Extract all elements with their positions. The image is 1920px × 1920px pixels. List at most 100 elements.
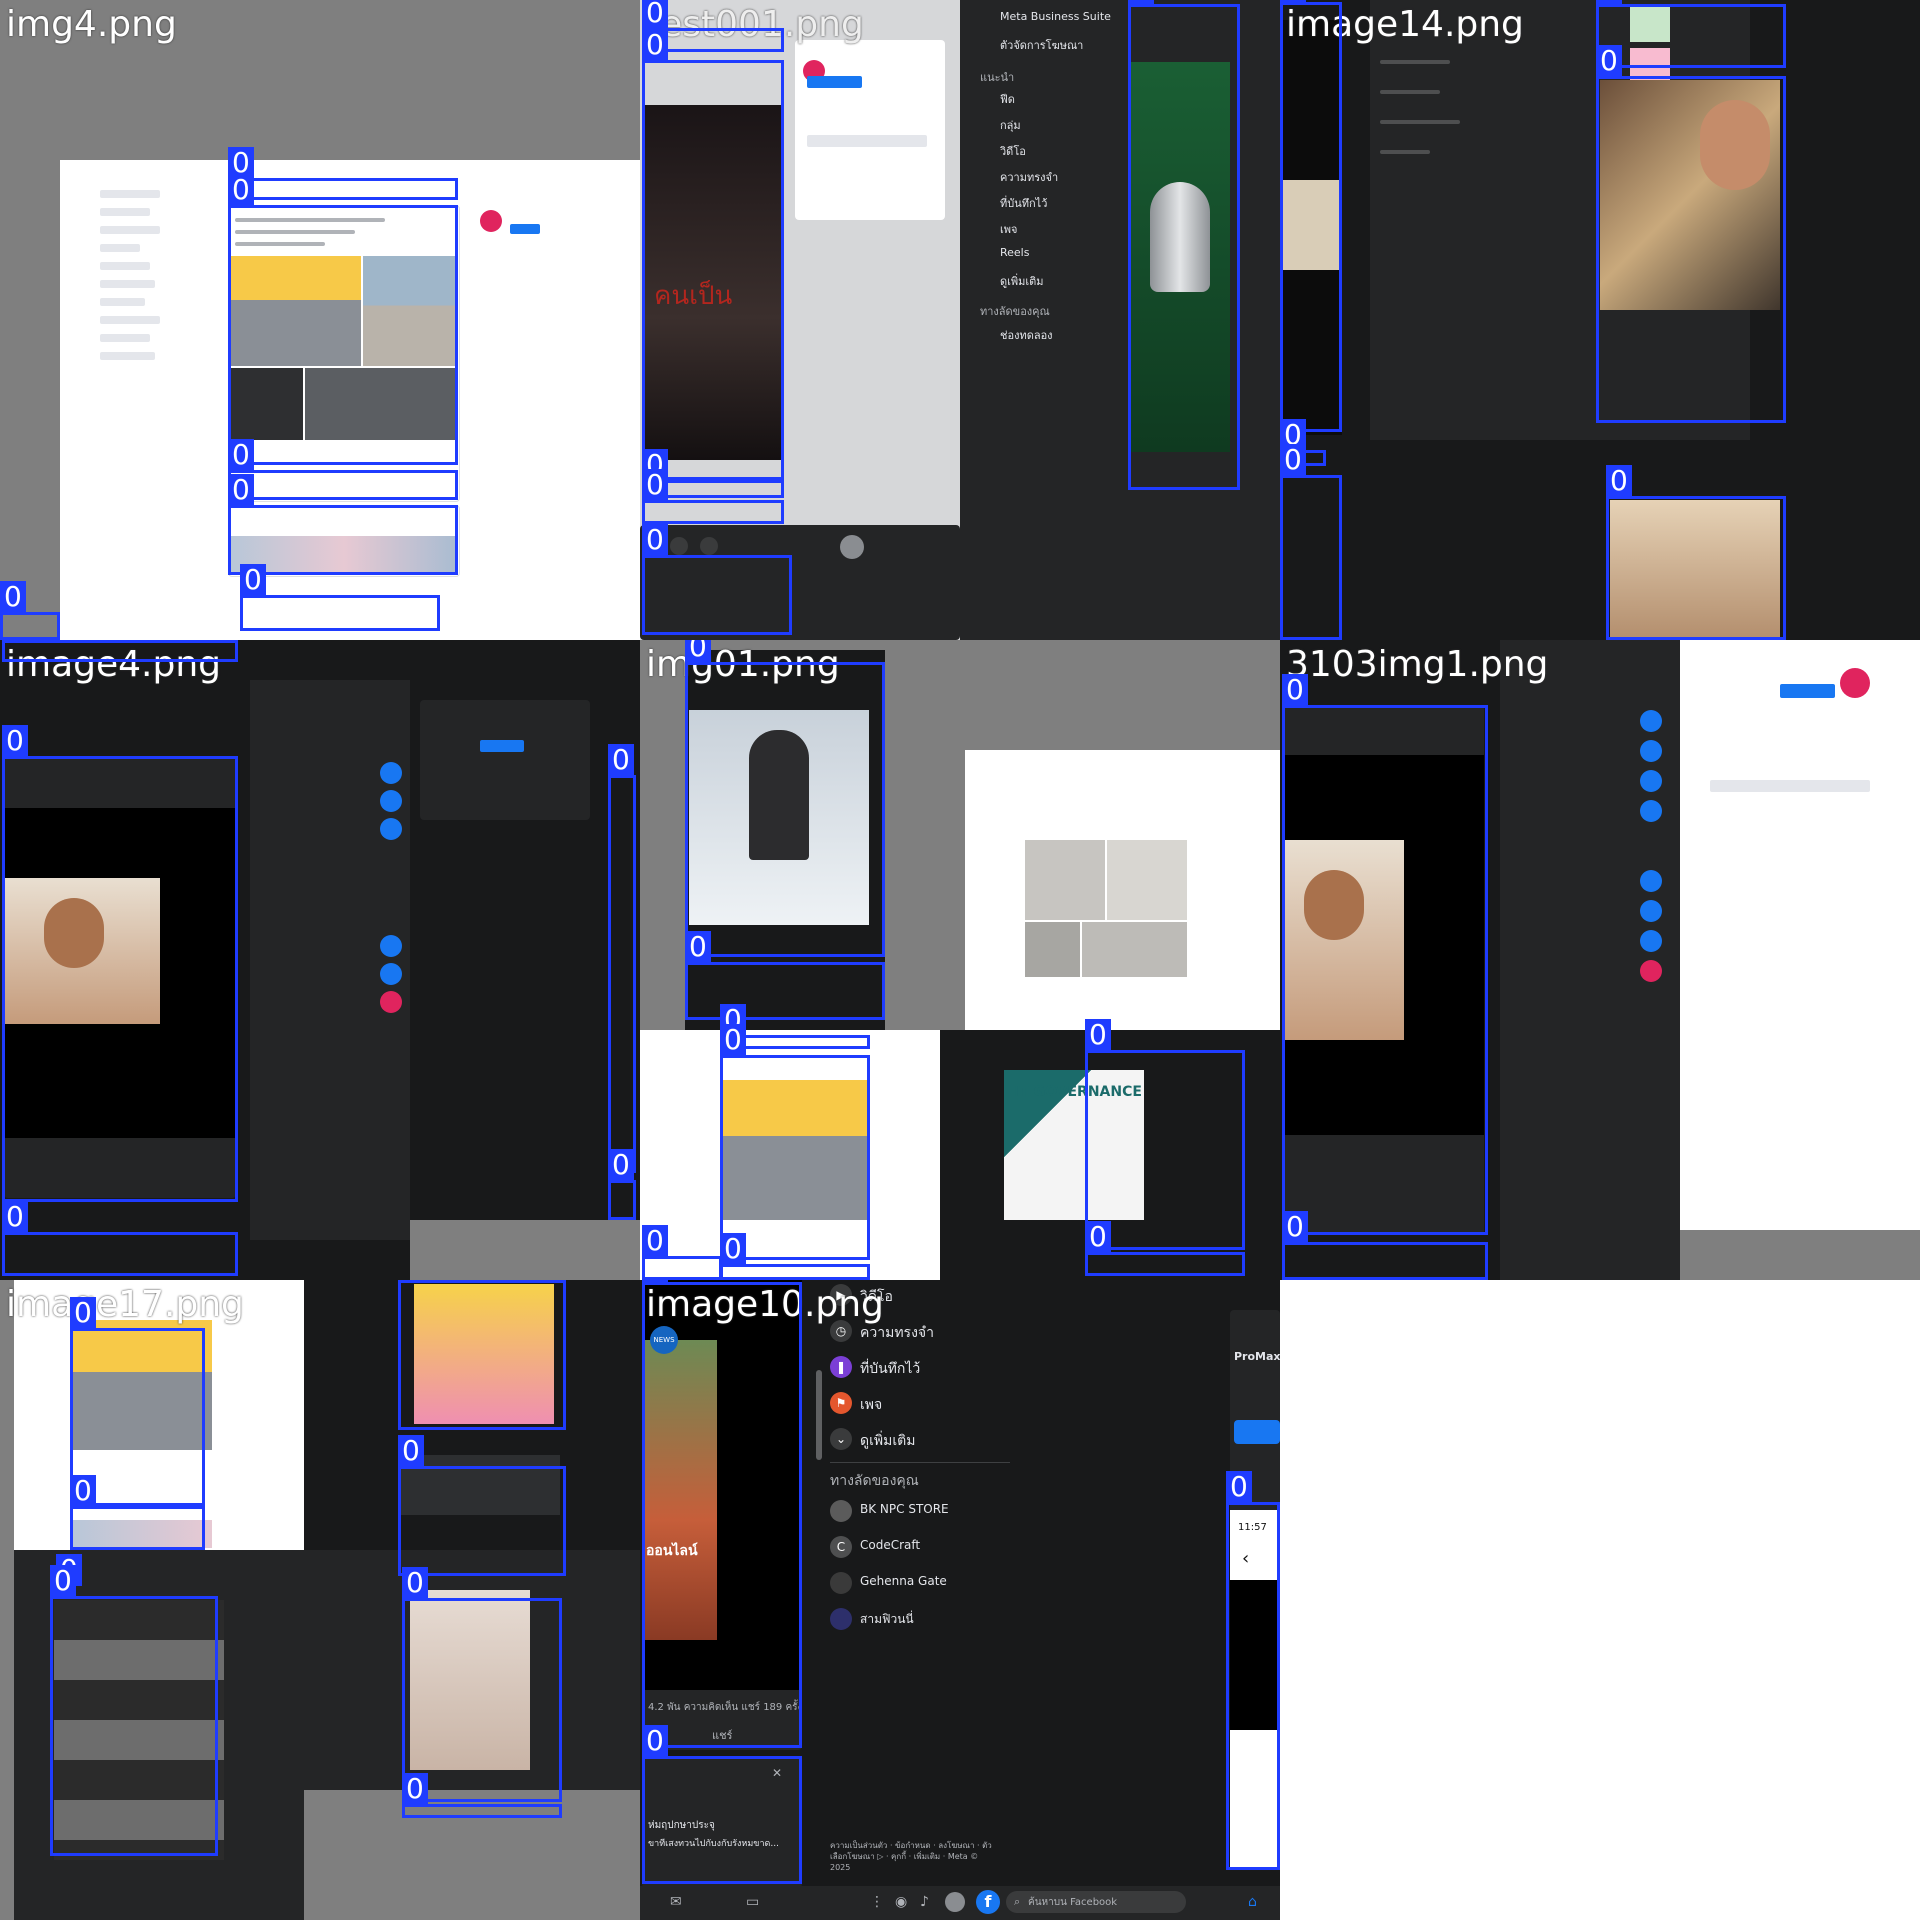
- tile-image14: image14.png 0 0 0 0 0 0: [1280, 0, 1920, 640]
- sidebar-icon[interactable]: [380, 790, 402, 812]
- detection-box: 0: [228, 439, 458, 500]
- sidebar-item: ทางลัดของคุณ: [980, 305, 1050, 318]
- sidebar-item-saved[interactable]: ที่บันทึกไว้: [860, 1358, 920, 1380]
- footer-links[interactable]: ความเป็นส่วนตัว · ข้อกำหนด · ลงโฆษณา · ต…: [830, 1840, 1000, 1873]
- sidebar-item[interactable]: ที่บันทึกไว้: [1000, 194, 1047, 212]
- video-icon[interactable]: ▭: [746, 1894, 759, 1910]
- dropdown[interactable]: [1710, 780, 1870, 792]
- tile-img01: img01.png IT GOVERNANCE 0 0 0 0 0 0 0 0: [640, 640, 1280, 1280]
- detection-box: 0: [642, 1280, 802, 1748]
- tile-image10: image10.png ออนไลน์ NEWS 4.2 พัน ความคิด…: [640, 1280, 1280, 1920]
- sidebar-item[interactable]: ช่องทดลอง: [1000, 326, 1053, 344]
- sidebar-item[interactable]: [1380, 120, 1460, 124]
- sidebar-item-memories[interactable]: ความทรงจำ: [860, 1322, 934, 1344]
- sidebar-icon[interactable]: [1640, 900, 1662, 922]
- sidebar-item[interactable]: เพจ: [1000, 220, 1017, 238]
- box-class-tag: 0: [1596, 45, 1622, 77]
- search-input[interactable]: ⌕ ค้นหาบน Facebook: [1006, 1891, 1186, 1913]
- detection-box: 0: [1596, 45, 1786, 423]
- sidebar-item[interactable]: Meta Business Suite: [1000, 10, 1111, 23]
- tile-test001: test001.png คนเป็น 0 0 0 0 0: [640, 0, 960, 640]
- dropdown[interactable]: [807, 135, 927, 147]
- megaphone-icon[interactable]: ✉: [670, 1894, 682, 1910]
- shortcut-group[interactable]: สามฟิวนนี่: [860, 1610, 914, 1629]
- detection-box: 0: [1596, 0, 1786, 68]
- home-icon[interactable]: ⌂: [1248, 1894, 1257, 1910]
- shortcut-bk-npc-store[interactable]: BK NPC STORE: [860, 1502, 949, 1516]
- sidebar-item[interactable]: [100, 208, 150, 216]
- detection-box: 0: [1226, 1471, 1280, 1870]
- sidebar-item[interactable]: [100, 298, 145, 306]
- box-class-tag: 0: [50, 1565, 76, 1597]
- box-class-tag: 0: [608, 744, 634, 776]
- sidebar-item[interactable]: ดูเพิ่มเติม: [1000, 272, 1044, 290]
- sidebar-icon[interactable]: [380, 963, 402, 985]
- sidebar-icon[interactable]: [1640, 710, 1662, 732]
- messenger-icon[interactable]: [700, 537, 718, 555]
- sidebar-item[interactable]: [100, 262, 150, 270]
- box-class-tag: 0: [642, 469, 668, 501]
- messenger-icon[interactable]: ◉: [895, 1894, 907, 1910]
- box-class-tag: 0: [1085, 1019, 1111, 1051]
- sidebar-item[interactable]: [100, 190, 160, 198]
- box-class-tag: 0: [1282, 1211, 1308, 1243]
- sidebar-item[interactable]: [100, 226, 160, 234]
- avatar[interactable]: [945, 1892, 965, 1912]
- empty-area: [410, 1220, 640, 1280]
- sidebar-item[interactable]: Reels: [1000, 246, 1029, 259]
- sidebar-item: แนะนำ: [980, 71, 1015, 84]
- menu-grid-icon[interactable]: ⋮: [870, 1894, 884, 1910]
- blue-button[interactable]: [1780, 684, 1835, 698]
- detection-box: 0: [1280, 444, 1342, 640]
- sidebar-item[interactable]: ตัวจัดการโฆษณา: [1000, 36, 1083, 54]
- sidebar-item[interactable]: ฟีด: [1000, 90, 1015, 108]
- sidebar-item[interactable]: [100, 244, 140, 252]
- sidebar-item[interactable]: วิดีโอ: [1000, 142, 1026, 160]
- bedroom-photo: [1107, 840, 1187, 920]
- detection-box: 0: [642, 1225, 722, 1280]
- sidebar-icon[interactable]: [1640, 770, 1662, 792]
- detection-box: 0: [240, 564, 440, 631]
- menu-icon[interactable]: [670, 537, 688, 555]
- facebook-logo-icon[interactable]: f: [976, 1890, 1000, 1914]
- sidebar-icon[interactable]: [1640, 960, 1662, 982]
- blue-button[interactable]: [510, 224, 540, 234]
- sidebar-item[interactable]: [1380, 90, 1440, 94]
- sidebar-icon[interactable]: [1640, 800, 1662, 822]
- shortcut-codecraft[interactable]: CodeCraft: [860, 1538, 920, 1552]
- sidebar-item[interactable]: [100, 316, 160, 324]
- shortcut-gehenna-gate[interactable]: Gehenna Gate: [860, 1574, 947, 1588]
- sidebar-item-pages[interactable]: เพจ: [860, 1394, 882, 1416]
- sidebar-item[interactable]: [100, 280, 155, 288]
- sidebar-icon[interactable]: [1640, 930, 1662, 952]
- blue-button[interactable]: [480, 740, 524, 752]
- sidebar-icon[interactable]: [380, 935, 402, 957]
- sidebar-icon[interactable]: [1640, 740, 1662, 762]
- sidebar-item[interactable]: กลุ่ม: [1000, 116, 1021, 134]
- sidebar-icon[interactable]: [380, 818, 402, 840]
- detection-box: 0: [642, 524, 792, 635]
- sidebar-icon[interactable]: [380, 991, 402, 1013]
- empty-quadrant: [1280, 1280, 1920, 1920]
- promo-title: ProMax: [1234, 1350, 1280, 1363]
- box-class-tag: 0: [0, 581, 26, 613]
- sidebar-item-see-more[interactable]: ดูเพิ่มเติม: [860, 1430, 915, 1452]
- detection-box: 0: [2, 725, 238, 1202]
- box-class-tag: 0: [2, 1201, 28, 1233]
- sidebar-item[interactable]: [100, 334, 150, 342]
- bell-icon[interactable]: ♪: [920, 1894, 929, 1910]
- blue-button[interactable]: [807, 76, 862, 88]
- sidebar-icon[interactable]: [380, 762, 402, 784]
- avatar[interactable]: [840, 535, 864, 559]
- box-class-tag: 0: [1280, 444, 1306, 476]
- sidebar-item[interactable]: ความทรงจำ: [1000, 168, 1058, 186]
- bedroom-photo: [1082, 922, 1187, 977]
- sidebar-icon[interactable]: [1640, 870, 1662, 892]
- search-icon: ⌕: [1014, 1895, 1021, 1908]
- scrollbar[interactable]: [816, 1370, 822, 1460]
- sidebar-item[interactable]: [1380, 60, 1450, 64]
- sidebar-item[interactable]: [100, 352, 155, 360]
- promo-button[interactable]: [1234, 1420, 1280, 1444]
- sidebar-item[interactable]: [1380, 150, 1430, 154]
- box-class-tag: 0: [642, 524, 668, 556]
